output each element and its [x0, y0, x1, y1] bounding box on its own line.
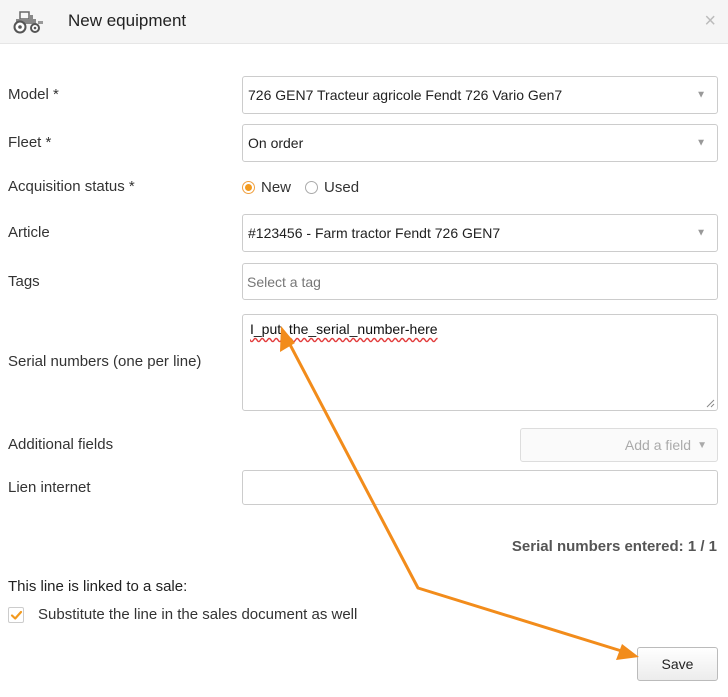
fleet-value: On order	[248, 135, 304, 151]
add-field-button[interactable]: Add a field ▼	[520, 428, 718, 462]
serial-numbers-label: Serial numbers (one per line)	[8, 353, 202, 370]
substitute-line-label: Substitute the line in the sales documen…	[38, 606, 358, 623]
fleet-select[interactable]: On order ▼	[242, 124, 718, 162]
add-field-label: Add a field	[624, 437, 692, 453]
radio-used[interactable]: Used	[305, 179, 359, 196]
model-label: Model *	[8, 86, 59, 103]
article-label: Article	[8, 224, 50, 241]
serial-numbers-value: I_put_the_serial_number-here	[250, 321, 438, 337]
additional-fields-label: Additional fields	[8, 436, 114, 453]
checkbox-checked-icon[interactable]	[8, 606, 24, 623]
save-button[interactable]: Save	[637, 647, 718, 681]
article-select[interactable]: #123456 - Farm tractor Fendt 726 GEN7 ▼	[242, 214, 718, 252]
acquisition-status-radio-group: New Used	[242, 177, 373, 197]
serial-numbers-textarea[interactable]: I_put_the_serial_number-here	[242, 314, 718, 411]
radio-new-label: New	[261, 178, 292, 196]
chevron-down-icon: ▼	[696, 89, 706, 101]
substitute-line-checkbox-row[interactable]: Substitute the line in the sales documen…	[8, 606, 357, 623]
model-value: 726 GEN7 Tracteur agricole Fendt 726 Var…	[248, 87, 563, 103]
dialog-header: New equipment ×	[0, 0, 728, 44]
chevron-down-icon: ▼	[696, 227, 706, 239]
sale-link-text: This line is linked to a sale:	[8, 578, 188, 595]
serial-numbers-count: Serial numbers entered: 1 / 1	[511, 538, 717, 555]
resize-handle-icon[interactable]	[706, 399, 715, 408]
radio-unselected-icon	[305, 180, 319, 194]
model-select[interactable]: 726 GEN7 Tracteur agricole Fendt 726 Var…	[242, 76, 718, 114]
dialog-title: New equipment	[68, 11, 187, 30]
lien-internet-input[interactable]	[242, 470, 718, 505]
tractor-icon	[10, 10, 46, 34]
acquisition-status-label: Acquisition status *	[8, 178, 135, 195]
chevron-down-icon: ▼	[697, 439, 707, 451]
fleet-label: Fleet *	[8, 134, 52, 151]
radio-used-label: Used	[324, 178, 360, 196]
tags-placeholder: Select a tag	[247, 273, 321, 290]
lien-internet-label: Lien internet	[8, 479, 91, 496]
tags-input[interactable]: Select a tag	[242, 263, 718, 300]
radio-selected-icon	[242, 180, 255, 194]
radio-new[interactable]: New	[242, 179, 291, 196]
annotation-arrowhead-right	[616, 644, 639, 660]
tags-label: Tags	[8, 273, 40, 290]
chevron-down-icon: ▼	[696, 137, 706, 149]
close-icon[interactable]: ×	[704, 10, 716, 32]
article-value: #123456 - Farm tractor Fendt 726 GEN7	[248, 225, 501, 241]
